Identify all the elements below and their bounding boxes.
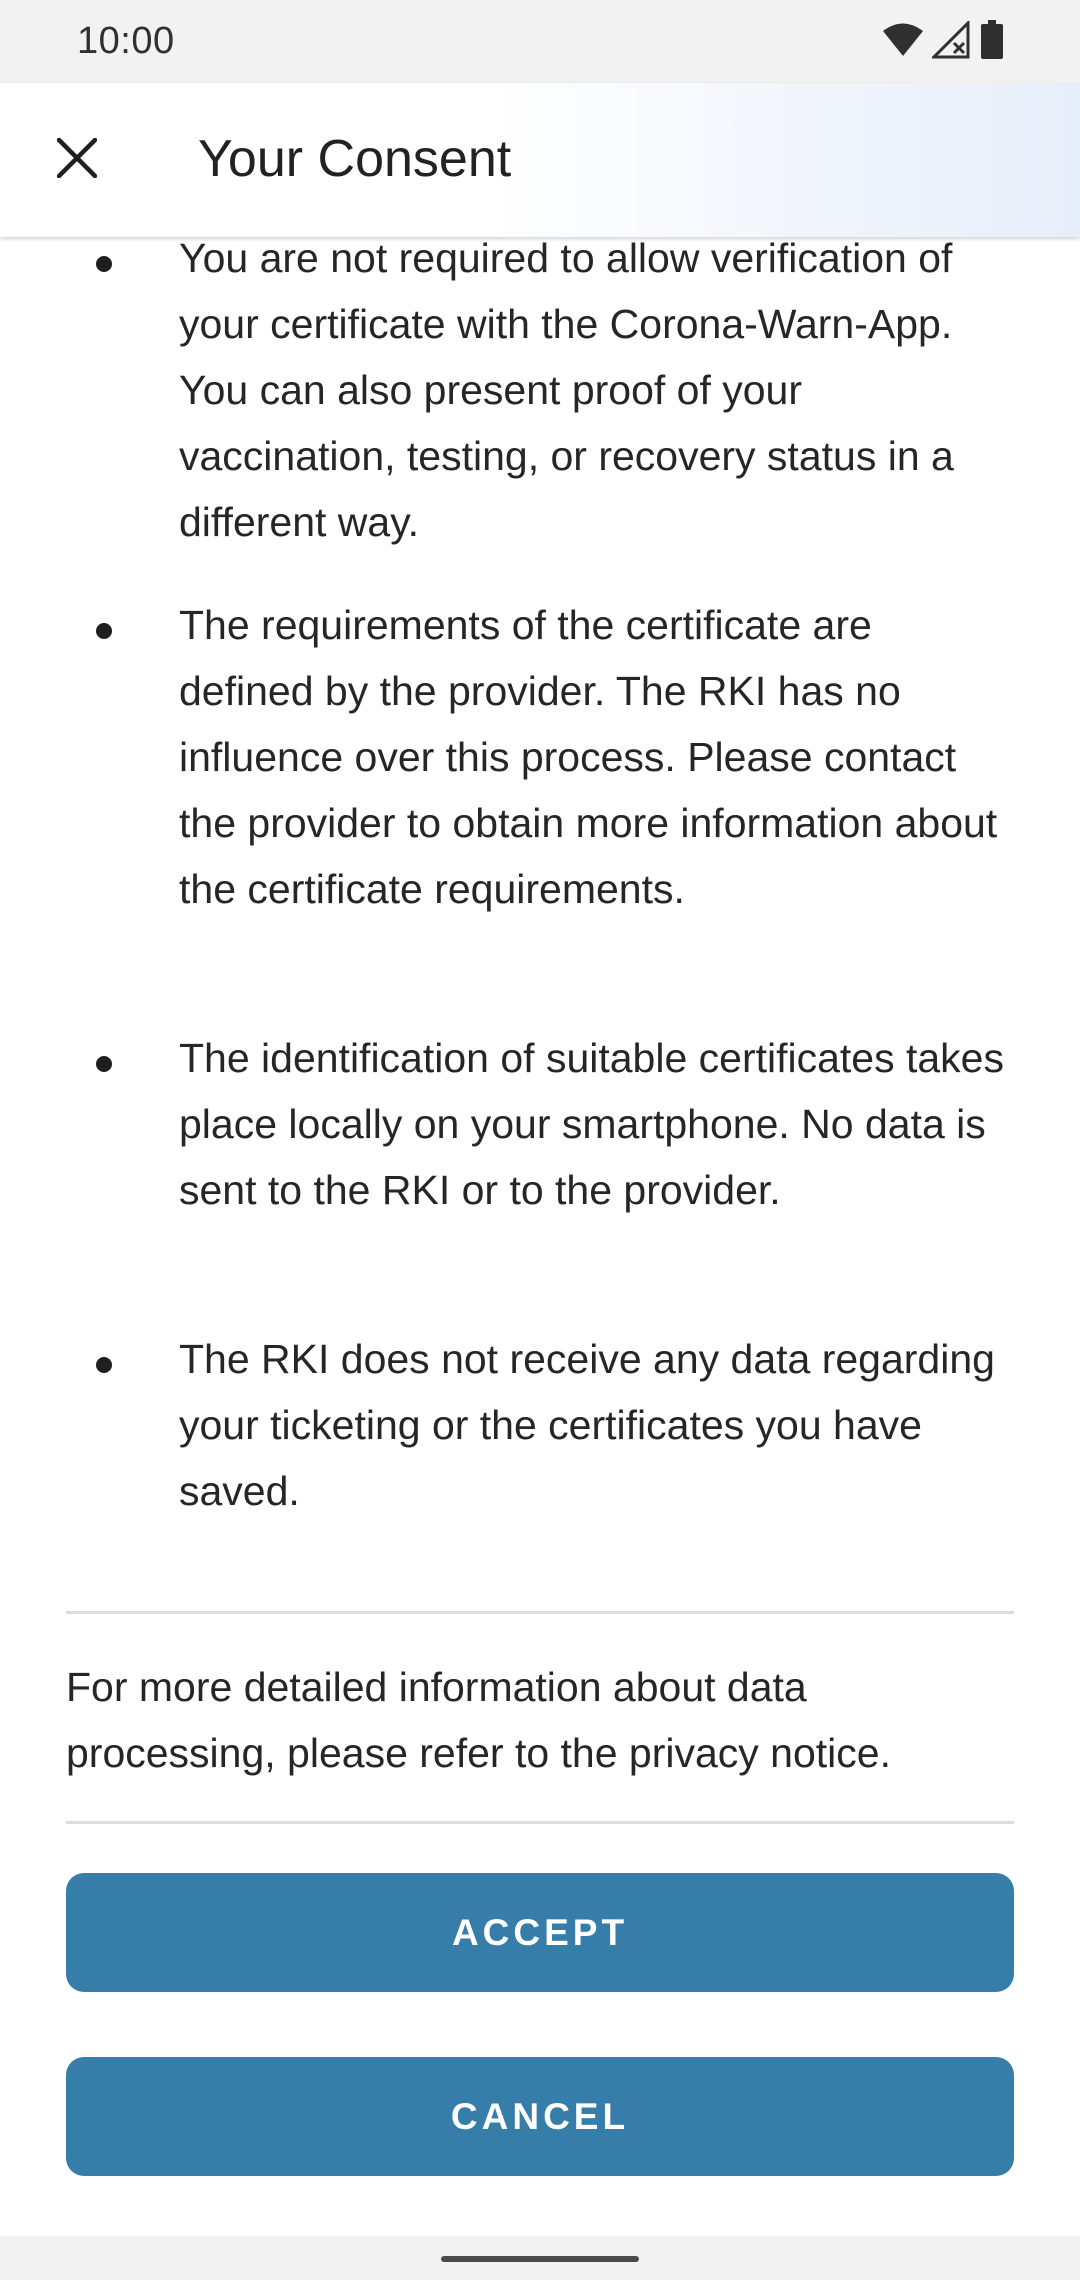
app-bar: Your Consent <box>0 83 1080 237</box>
page-title: Your Consent <box>198 130 512 188</box>
status-icons <box>882 18 1004 65</box>
battery-icon <box>980 19 1004 65</box>
close-icon <box>55 136 99 183</box>
consent-content[interactable]: You are not required to allow verificati… <box>0 237 1080 2236</box>
privacy-notice-text: For more detailed information about data… <box>66 1664 891 1776</box>
status-bar: 10:00 <box>0 0 1080 83</box>
close-button[interactable] <box>38 121 116 199</box>
gesture-handle[interactable] <box>441 2256 639 2262</box>
navigation-bar <box>0 2236 1080 2280</box>
accept-button[interactable]: ACCEPT <box>66 1873 1014 1992</box>
bullet-text: The RKI does not receive any data regard… <box>179 1336 995 1514</box>
wifi-icon <box>882 22 924 63</box>
bullet-icon <box>96 1056 112 1072</box>
bullet-icon <box>96 623 112 639</box>
bullet-text: You are not required to allow verificati… <box>179 237 954 545</box>
bullet-icon <box>96 1357 112 1373</box>
cellular-signal-off-icon <box>930 18 972 64</box>
bullet-icon <box>96 256 112 272</box>
divider <box>66 1821 1014 1824</box>
divider <box>66 1611 1014 1614</box>
bullet-text: The requirements of the certificate are … <box>179 602 998 912</box>
cancel-button[interactable]: CANCEL <box>66 2057 1014 2176</box>
status-time: 10:00 <box>77 20 175 62</box>
bullet-text: The identification of suitable certifica… <box>179 1035 1004 1213</box>
